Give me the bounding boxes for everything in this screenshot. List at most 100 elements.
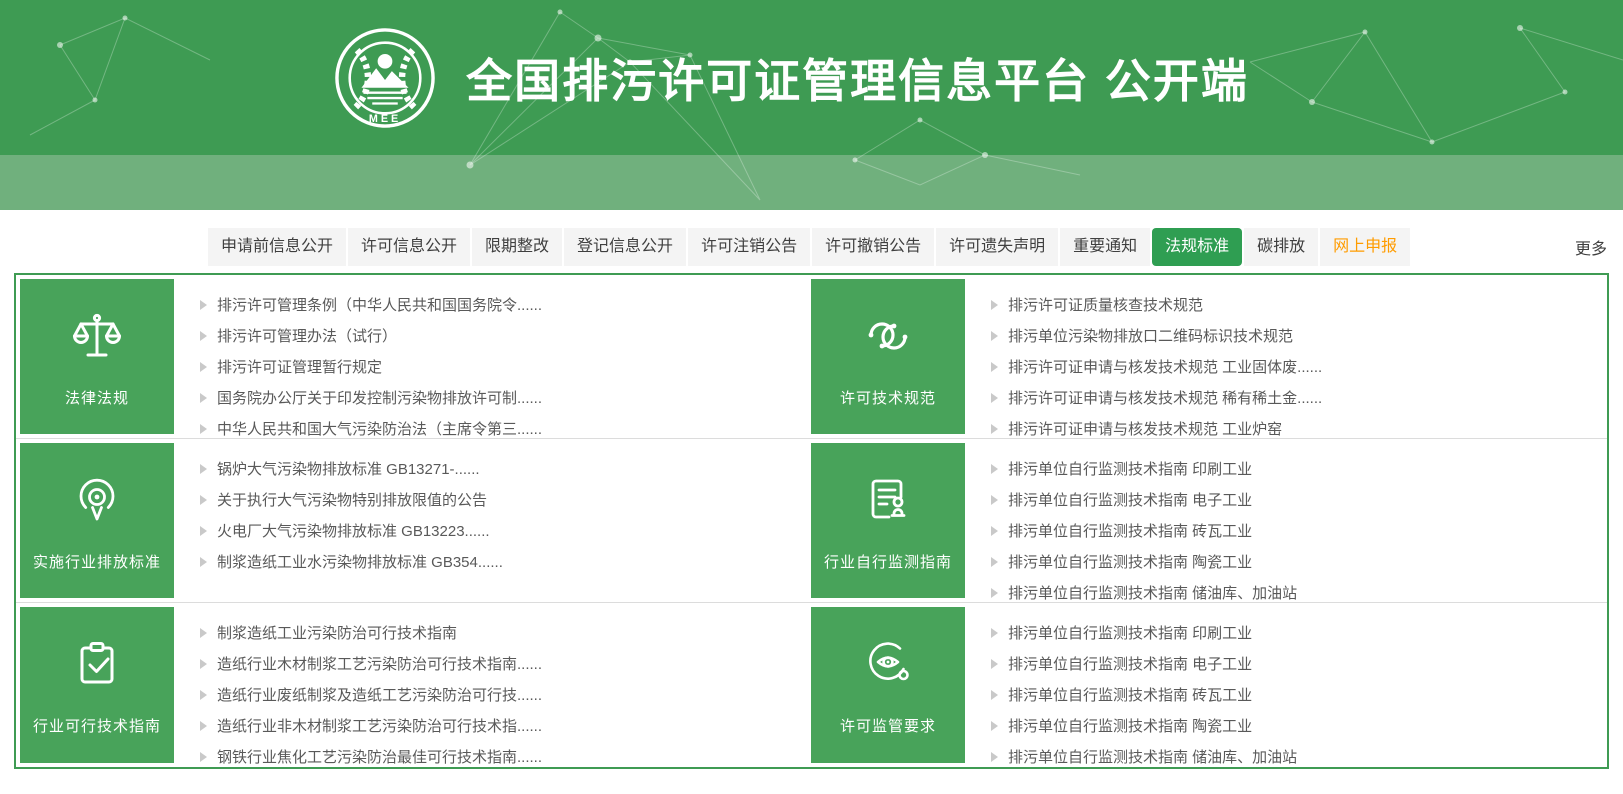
document-link[interactable]: 排污单位自行监测技术指南 储油库、加油站 xyxy=(1008,746,1297,767)
link-list: 排污单位自行监测技术指南 印刷工业 排污单位自行监测技术指南 电子工业 排污单位自行… xyxy=(965,607,1607,767)
document-link[interactable]: 排污单位污染物排放口二维码标识技术规范 xyxy=(1008,325,1293,346)
tab-bar: 申请前信息公开 许可信息公开 限期整改 登记信息公开 许可注销公告 许可撤销公告 许可遗失声… xyxy=(208,228,1607,266)
document-link[interactable]: 火电厂大气污染物排放标准 GB13223...... xyxy=(217,520,490,541)
section-self-monitoring: 行业自行监测指南 排污单位自行监测技术指南 印刷工业 排污单位自行监测技术指南 电子… xyxy=(811,439,1607,603)
section-supervision: 许可监管要求 排污单位自行监测技术指南 印刷工业 排污单位自行监测技术指南 电子工业… xyxy=(811,603,1607,767)
document-link[interactable]: 排污许可证申请与核发技术规范 稀有稀土金...... xyxy=(1008,387,1322,408)
link-item: 排污单位自行监测技术指南 印刷工业 xyxy=(991,453,1607,484)
bullet-icon xyxy=(991,361,998,372)
link-item: 排污许可证申请与核发技术规范 工业固体废...... xyxy=(991,351,1607,382)
tab-重要通知[interactable]: 重要通知 xyxy=(1060,228,1151,266)
document-link[interactable]: 制浆造纸工业污染防治可行技术指南 xyxy=(217,622,457,643)
site-title: 全国排污许可证管理信息平台 公开端 xyxy=(466,54,1249,107)
bullet-icon xyxy=(200,751,207,762)
link-list: 锅炉大气污染物排放标准 GB13271-...... 关于执行大气污染物特别排放限… xyxy=(174,443,811,602)
link-item: 排污许可管理办法（试行） xyxy=(200,320,811,351)
bullet-icon xyxy=(991,689,998,700)
document-link[interactable]: 排污单位自行监测技术指南 砖瓦工业 xyxy=(1008,684,1252,705)
bullet-icon xyxy=(991,299,998,310)
category-card-supervision[interactable]: 许可监管要求 xyxy=(811,607,965,763)
link-item: 火电厂大气污染物排放标准 GB13223...... xyxy=(200,515,811,546)
bullet-icon xyxy=(991,494,998,505)
document-link[interactable]: 造纸行业木材制浆工艺污染防治可行技术指南...... xyxy=(217,653,542,674)
document-link[interactable]: 排污许可证申请与核发技术规范 工业固体废...... xyxy=(1008,356,1322,377)
bullet-icon xyxy=(991,423,998,434)
category-card-self-monitoring[interactable]: 行业自行监测指南 xyxy=(811,443,965,598)
category-card-emission-standards[interactable]: 实施行业排放标准 xyxy=(20,443,174,598)
more-link[interactable]: 更多 xyxy=(1575,235,1607,259)
bullet-icon xyxy=(991,556,998,567)
section-tech-specs: 许可技术规范 排污许可证质量核查技术规范 排污单位污染物排放口二维码标识技术规范 排污… xyxy=(811,275,1607,439)
link-item: 排污单位自行监测技术指南 电子工业 xyxy=(991,484,1607,515)
document-link[interactable]: 排污单位自行监测技术指南 电子工业 xyxy=(1008,489,1252,510)
document-link[interactable]: 制浆造纸工业水污染物排放标准 GB354...... xyxy=(217,551,503,572)
tab-登记信息公开[interactable]: 登记信息公开 xyxy=(564,228,687,266)
link-item: 钢铁行业焦化工艺污染防治最佳可行技术指南...... xyxy=(200,741,811,772)
content-box: 法律法规 排污许可管理条例（中华人民共和国国务院令...... 排污许可管理办法（试… xyxy=(14,273,1609,769)
link-list: 排污许可证质量核查技术规范 排污单位污染物排放口二维码标识技术规范 排污许可证申请与… xyxy=(965,279,1607,438)
document-link[interactable]: 排污单位自行监测技术指南 电子工业 xyxy=(1008,653,1252,674)
document-link[interactable]: 排污单位自行监测技术指南 陶瓷工业 xyxy=(1008,715,1252,736)
tab-许可注销公告[interactable]: 许可注销公告 xyxy=(688,228,811,266)
link-item: 排污许可证申请与核发技术规范 稀有稀土金...... xyxy=(991,382,1607,413)
category-label: 许可技术规范 xyxy=(839,390,936,407)
document-link[interactable]: 排污许可证质量核查技术规范 xyxy=(1008,294,1203,315)
document-link[interactable]: 排污许可证申请与核发技术规范 工业炉窑 xyxy=(1008,418,1282,439)
clipboard-check-icon xyxy=(68,635,126,693)
tab-许可撤销公告[interactable]: 许可撤销公告 xyxy=(812,228,935,266)
document-stamp-icon xyxy=(859,471,917,529)
link-item: 排污单位自行监测技术指南 砖瓦工业 xyxy=(991,679,1607,710)
document-link[interactable]: 排污许可管理条例（中华人民共和国国务院令...... xyxy=(217,294,542,315)
link-item: 关于执行大气污染物特别排放限值的公告 xyxy=(200,484,811,515)
document-link[interactable]: 排污单位自行监测技术指南 印刷工业 xyxy=(1008,622,1252,643)
bullet-icon xyxy=(991,627,998,638)
document-link[interactable]: 关于执行大气污染物特别排放限值的公告 xyxy=(217,489,487,510)
document-link[interactable]: 国务院办公厅关于印发控制污染物排放许可制...... xyxy=(217,387,542,408)
section-laws: 法律法规 排污许可管理条例（中华人民共和国国务院令...... 排污许可管理办法（试… xyxy=(16,275,811,439)
bullet-icon xyxy=(991,751,998,762)
link-item: 排污许可证管理暂行规定 xyxy=(200,351,811,382)
tab-碳排放[interactable]: 碳排放 xyxy=(1244,228,1319,266)
category-card-laws[interactable]: 法律法规 xyxy=(20,279,174,434)
chain-link-icon xyxy=(859,307,917,365)
bullet-icon xyxy=(200,494,207,505)
tab-网上申报[interactable]: 网上申报 xyxy=(1320,228,1411,266)
link-item: 制浆造纸工业污染防治可行技术指南 xyxy=(200,617,811,648)
beacon-icon xyxy=(68,471,126,529)
bullet-icon xyxy=(200,556,207,567)
link-item: 制浆造纸工业水污染物排放标准 GB354...... xyxy=(200,546,811,577)
link-item: 排污单位自行监测技术指南 电子工业 xyxy=(991,648,1607,679)
logo-text: MEE xyxy=(369,113,401,125)
category-label: 实施行业排放标准 xyxy=(32,554,161,571)
hero: MEE 全国排污许可证管理信息平台 公开端 xyxy=(0,0,1623,210)
link-item: 锅炉大气污染物排放标准 GB13271-...... xyxy=(200,453,811,484)
document-link[interactable]: 锅炉大气污染物排放标准 GB13271-...... xyxy=(217,458,480,479)
category-card-feasible-tech[interactable]: 行业可行技术指南 xyxy=(20,607,174,763)
category-label: 行业可行技术指南 xyxy=(32,718,161,735)
category-card-tech-specs[interactable]: 许可技术规范 xyxy=(811,279,965,434)
eye-monitor-icon xyxy=(859,635,917,693)
tab-许可信息公开[interactable]: 许可信息公开 xyxy=(348,228,471,266)
bullet-icon xyxy=(200,330,207,341)
bullet-icon xyxy=(200,525,207,536)
tab-限期整改[interactable]: 限期整改 xyxy=(472,228,563,266)
bullet-icon xyxy=(991,658,998,669)
document-link[interactable]: 钢铁行业焦化工艺污染防治最佳可行技术指南...... xyxy=(217,746,542,767)
document-link[interactable]: 排污单位自行监测技术指南 储油库、加油站 xyxy=(1008,582,1297,603)
document-link[interactable]: 排污单位自行监测技术指南 砖瓦工业 xyxy=(1008,520,1252,541)
document-link[interactable]: 中华人民共和国大气污染防治法（主席令第三...... xyxy=(217,418,542,439)
document-link[interactable]: 排污许可管理办法（试行） xyxy=(217,325,397,346)
document-link[interactable]: 排污单位自行监测技术指南 印刷工业 xyxy=(1008,458,1252,479)
document-link[interactable]: 造纸行业废纸制浆及造纸工艺污染防治可行技...... xyxy=(217,684,542,705)
link-item: 排污许可证质量核查技术规范 xyxy=(991,289,1607,320)
link-item: 国务院办公厅关于印发控制污染物排放许可制...... xyxy=(200,382,811,413)
document-link[interactable]: 排污许可证管理暂行规定 xyxy=(217,356,382,377)
tab-许可遗失声明[interactable]: 许可遗失声明 xyxy=(936,228,1059,266)
document-link[interactable]: 排污单位自行监测技术指南 陶瓷工业 xyxy=(1008,551,1252,572)
document-link[interactable]: 造纸行业非木材制浆工艺污染防治可行技术指...... xyxy=(217,715,542,736)
bullet-icon xyxy=(200,627,207,638)
link-item: 排污单位自行监测技术指南 陶瓷工业 xyxy=(991,546,1607,577)
tab-法规标准[interactable]: 法规标准 xyxy=(1152,228,1243,266)
bullet-icon xyxy=(200,299,207,310)
tab-申请前信息公开[interactable]: 申请前信息公开 xyxy=(208,228,347,266)
